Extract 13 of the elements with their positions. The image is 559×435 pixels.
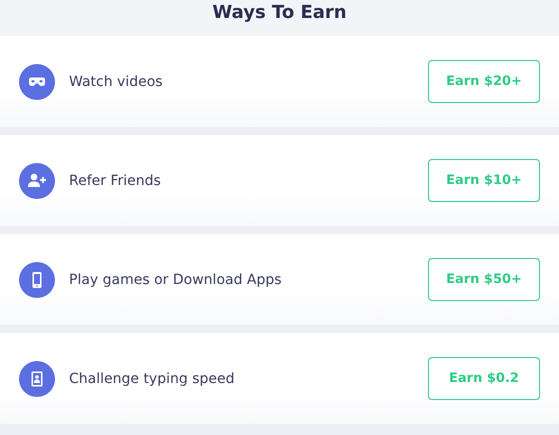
phone-icon bbox=[19, 262, 55, 298]
earning-method-label: Play games or Download Apps bbox=[69, 272, 283, 288]
mask-icon bbox=[19, 64, 55, 100]
earn-button[interactable]: Earn $0.2 bbox=[428, 357, 540, 400]
id-card-icon bbox=[19, 360, 55, 396]
earn-button[interactable]: Earn $20+ bbox=[428, 60, 540, 103]
earning-method-label: Refer Friends bbox=[69, 172, 162, 188]
earn-button[interactable]: Earn $10+ bbox=[428, 159, 540, 202]
earning-method-label: Watch videos bbox=[69, 74, 164, 90]
add-user-icon bbox=[19, 162, 55, 198]
section-title: Ways To Earn bbox=[212, 1, 347, 25]
earning-method-label: Challenge typing speed bbox=[69, 370, 236, 386]
earn-button[interactable]: Earn $50+ bbox=[428, 258, 540, 301]
